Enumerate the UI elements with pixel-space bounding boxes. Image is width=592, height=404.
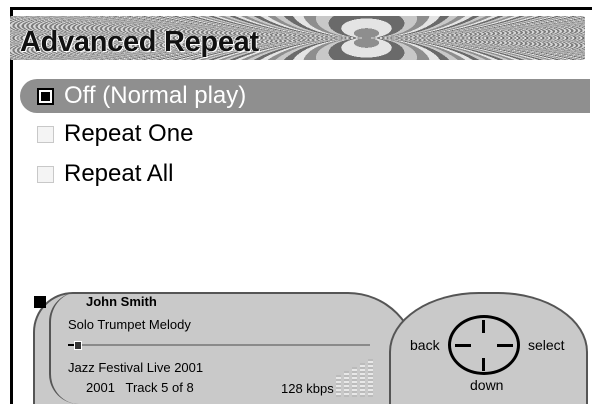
progress-thumb[interactable] (74, 341, 83, 350)
checkbox-unchecked-icon (37, 165, 54, 183)
down-button[interactable]: down (470, 377, 503, 393)
artist-name: John Smith (86, 294, 157, 309)
checkbox-unchecked-icon (37, 125, 54, 143)
playing-indicator-icon (34, 296, 46, 308)
bitrate: 128 kbps (281, 381, 334, 396)
checkbox-checked-icon (37, 87, 54, 105)
menu-item-label: Off (Normal play) (64, 82, 247, 109)
select-button[interactable]: select (528, 337, 565, 353)
menu-item-label: Repeat One (64, 120, 194, 147)
back-button[interactable]: back (410, 337, 440, 353)
album-title: Jazz Festival Live 2001 (68, 360, 204, 375)
page-title: Advanced Repeat (20, 26, 259, 58)
track-info: 2001 Track 5 of 8 (86, 380, 194, 395)
menu-item-repeat-one[interactable]: Repeat One (20, 117, 590, 151)
menu-item-repeat-all[interactable]: Repeat All (20, 157, 590, 191)
progress-bar[interactable] (68, 341, 370, 350)
track-title: Solo Trumpet Melody (68, 317, 191, 332)
menu-item-off[interactable]: Off (Normal play) (20, 79, 590, 113)
navigation-dial-icon[interactable] (448, 315, 520, 375)
menu-item-label: Repeat All (64, 160, 174, 187)
level-meter-icon (336, 357, 382, 397)
